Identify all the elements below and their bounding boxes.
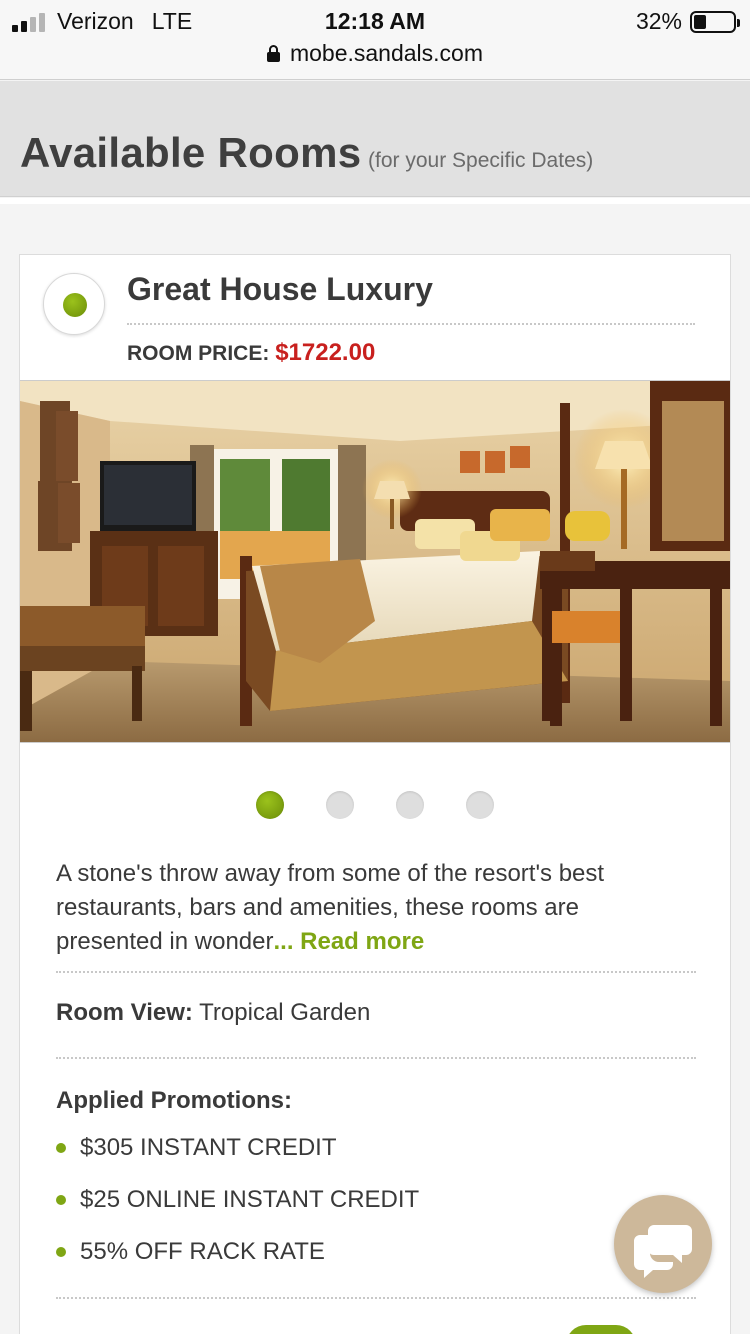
- room-card: Great House Luxury ROOM PRICE: $1722.00: [19, 254, 731, 1334]
- cut-off-price-badge: [566, 1325, 636, 1334]
- chat-bubbles-icon: [634, 1225, 692, 1278]
- status-bar: Verizon LTE 12:18 AM 32%: [0, 0, 750, 42]
- bullet-icon: [56, 1143, 66, 1153]
- divider: [56, 1057, 696, 1059]
- photo-pager: [256, 791, 494, 819]
- page-title: Available Rooms: [20, 129, 362, 176]
- room-description: A stone's throw away from some of the re…: [56, 857, 676, 959]
- promotion-item: $305 INSTANT CREDIT: [56, 1131, 419, 1183]
- divider: [56, 1297, 696, 1299]
- bullet-icon: [56, 1195, 66, 1205]
- page-subtitle: (for your Specific Dates): [368, 149, 594, 172]
- room-price-label: ROOM PRICE:: [127, 342, 270, 365]
- room-photo-image: [20, 381, 730, 742]
- room-view-value: Tropical Garden: [199, 999, 371, 1026]
- promotion-item: $25 ONLINE INSTANT CREDIT: [56, 1183, 419, 1235]
- divider: [56, 971, 696, 973]
- promotion-text: 55% OFF RACK RATE: [80, 1238, 325, 1265]
- promotion-text: $25 ONLINE INSTANT CREDIT: [80, 1186, 420, 1213]
- radio-selected-dot: [63, 293, 87, 317]
- read-more-link[interactable]: ... Read more: [273, 928, 424, 955]
- room-name: Great House Luxury: [127, 271, 433, 307]
- room-select-radio[interactable]: [43, 273, 105, 335]
- page-header: Available Rooms (for your Specific Dates…: [0, 81, 750, 197]
- bullet-icon: [56, 1247, 66, 1257]
- room-photo[interactable]: [20, 380, 730, 743]
- lock-icon: [266, 45, 280, 62]
- promotion-item: 55% OFF RACK RATE: [56, 1235, 419, 1287]
- divider: [127, 323, 695, 325]
- promotions-list: $305 INSTANT CREDIT $25 ONLINE INSTANT C…: [56, 1131, 419, 1287]
- pager-dot-3[interactable]: [396, 791, 424, 819]
- pager-dot-4[interactable]: [466, 791, 494, 819]
- battery-percent: 32%: [635, 8, 682, 34]
- promotions-title: Applied Promotions:: [56, 1087, 292, 1114]
- header-divider: [0, 198, 750, 204]
- room-view-label: Room View:: [56, 999, 193, 1026]
- promotion-text: $305 INSTANT CREDIT: [80, 1134, 337, 1161]
- status-right: 32%: [635, 8, 740, 35]
- room-price-value: $1722.00: [275, 339, 376, 366]
- chat-button[interactable]: [614, 1195, 712, 1293]
- pager-dot-2[interactable]: [326, 791, 354, 819]
- address-bar[interactable]: mobe.sandals.com: [0, 38, 750, 80]
- pager-dot-1[interactable]: [256, 791, 284, 819]
- battery-icon: [690, 10, 740, 33]
- room-price-row: ROOM PRICE: $1722.00: [127, 339, 375, 367]
- room-view-row: Room View: Tropical Garden: [56, 999, 370, 1027]
- url-text[interactable]: mobe.sandals.com: [290, 40, 483, 67]
